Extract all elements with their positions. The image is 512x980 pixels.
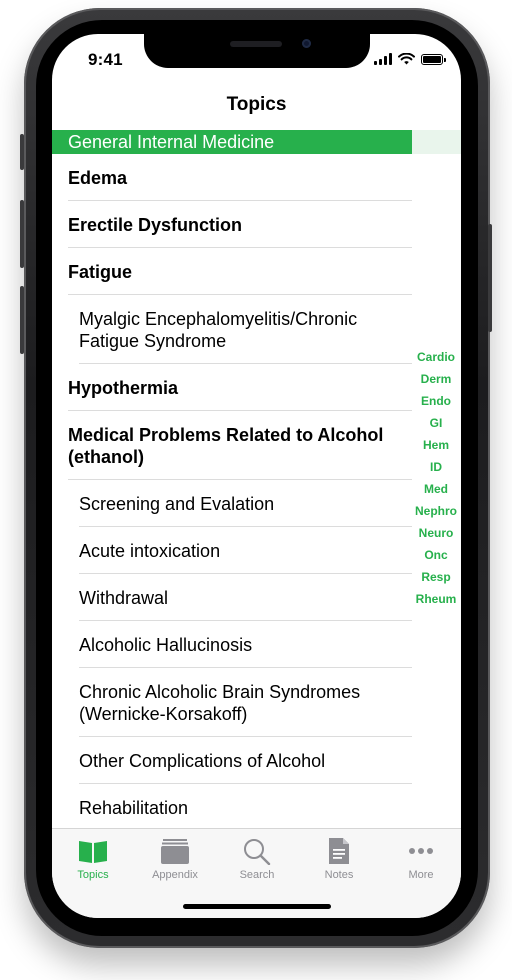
index-item-derm[interactable]: Derm	[410, 368, 461, 390]
volume-up-button	[20, 200, 24, 268]
mute-switch	[20, 134, 24, 170]
index-item-cardio[interactable]: Cardio	[410, 346, 461, 368]
list-item-label: Hypothermia	[68, 377, 179, 398]
cellular-signal-icon	[374, 53, 392, 65]
section-header-extension	[412, 130, 461, 154]
tab-label: Appendix	[152, 869, 198, 881]
list-item[interactable]: Medical Problems Related to Alcohol (eth…	[52, 411, 412, 480]
index-item-gi[interactable]: GI	[410, 412, 461, 434]
tab-notes[interactable]: Notes	[298, 829, 380, 889]
list-item[interactable]: Edema	[52, 154, 412, 201]
list-item-label: Acute intoxication	[79, 540, 221, 561]
section-index: Cardio Derm Endo GI Hem ID Med Nephro Ne…	[410, 346, 461, 610]
list-item-label: Alcoholic Hallucinosis	[79, 634, 253, 655]
power-button	[488, 224, 492, 332]
list-item[interactable]: Hypothermia	[52, 364, 412, 411]
status-time: 9:41	[88, 50, 123, 69]
page-title: Topics	[226, 94, 287, 115]
archive-box-icon	[161, 839, 189, 864]
note-document-icon	[329, 838, 349, 864]
index-item-id[interactable]: ID	[410, 456, 461, 478]
list-item-label: Erectile Dysfunction	[68, 214, 243, 235]
index-item-med[interactable]: Med	[410, 478, 461, 500]
index-item-neuro[interactable]: Neuro	[410, 522, 461, 544]
index-item-hem[interactable]: Hem	[410, 434, 461, 456]
magnifier-icon	[244, 839, 271, 865]
screen: 9:41 Topics General Internal Medicine Ed…	[52, 34, 461, 918]
front-camera	[302, 39, 311, 48]
list-item[interactable]: Fatigue	[52, 248, 412, 295]
tab-label: Topics	[77, 869, 109, 881]
tab-label: Notes	[324, 869, 354, 881]
list-item-label: Fatigue	[68, 261, 133, 282]
list-item[interactable]: Other Complications of Alcohol	[52, 737, 412, 784]
list-item[interactable]: Withdrawal	[52, 574, 412, 621]
tab-appendix[interactable]: Appendix	[134, 829, 216, 889]
index-item-onc[interactable]: Onc	[410, 544, 461, 566]
list-item[interactable]: Rehabilitation	[52, 784, 412, 831]
list-item[interactable]: Erectile Dysfunction	[52, 201, 412, 248]
tab-search[interactable]: Search	[216, 829, 298, 889]
index-item-rheum[interactable]: Rheum	[410, 588, 461, 610]
topic-list: Edema Erectile Dysfunction Fatigue Myalg…	[52, 154, 412, 831]
list-item[interactable]: Alcoholic Hallucinosis	[52, 621, 412, 668]
speaker-grille	[230, 41, 282, 47]
list-item-label: Other Complications of Alcohol	[79, 750, 326, 771]
volume-down-button	[20, 286, 24, 354]
notch	[144, 34, 370, 68]
tab-more[interactable]: More	[380, 829, 461, 889]
list-item-label: Myalgic Encephalomyelitis/Chronic Fatigu…	[79, 308, 358, 351]
index-item-endo[interactable]: Endo	[410, 390, 461, 412]
index-item-resp[interactable]: Resp	[410, 566, 461, 588]
tab-label: Search	[239, 869, 275, 881]
list-item-label: Withdrawal	[79, 587, 169, 608]
open-book-icon	[79, 841, 107, 863]
home-indicator[interactable]	[183, 904, 331, 909]
wifi-icon	[398, 53, 415, 65]
list-item[interactable]: Myalgic Encephalomyelitis/Chronic Fatigu…	[52, 295, 412, 364]
ellipsis-icon	[409, 848, 433, 854]
list-item[interactable]: Acute intoxication	[52, 527, 412, 574]
index-item-nephro[interactable]: Nephro	[410, 500, 461, 522]
list-item-label: Edema	[68, 167, 128, 188]
battery-icon	[421, 53, 446, 65]
list-item-label: Chronic Alcoholic Brain Syndromes (Werni…	[79, 681, 361, 724]
list-item-label: Rehabilitation	[79, 797, 189, 818]
tab-topics[interactable]: Topics	[52, 829, 134, 889]
status-icons	[374, 53, 446, 65]
section-header: General Internal Medicine	[52, 130, 412, 154]
tab-label: More	[408, 869, 434, 881]
list-item-label: Screening and Evalation	[79, 493, 275, 514]
list-item[interactable]: Chronic Alcoholic Brain Syndromes (Werni…	[52, 668, 412, 737]
list-item[interactable]: Screening and Evalation	[52, 480, 412, 527]
list-item-label: Medical Problems Related to Alcohol (eth…	[68, 424, 384, 467]
